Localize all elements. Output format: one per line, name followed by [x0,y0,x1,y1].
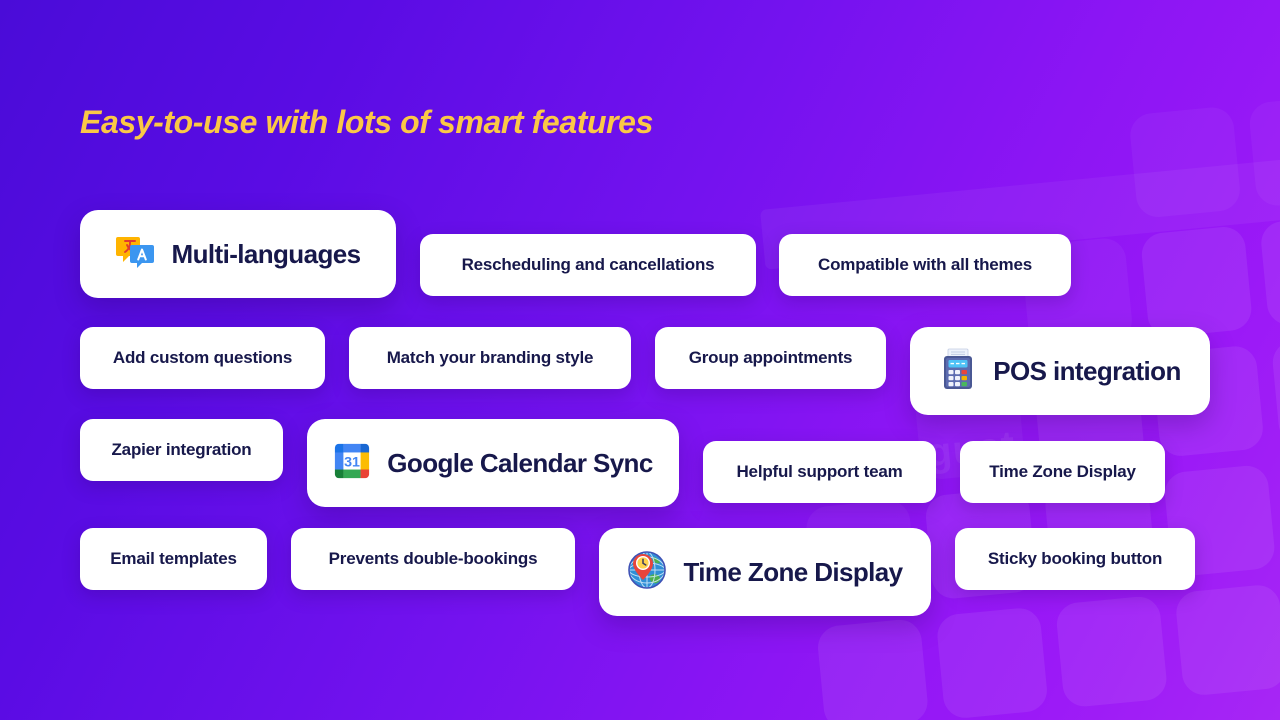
feature-card-custom-questions[interactable]: Add custom questions [80,327,325,389]
feature-label: Match your branding style [386,348,594,367]
feature-label: Sticky booking button [987,549,1163,568]
feature-label: Multi-languages [171,238,362,269]
feature-card-rescheduling[interactable]: Rescheduling and cancellations [420,234,756,296]
promo-banner: August Easy-to-use with lots of smart fe… [0,0,1280,720]
pos-terminal-icon [939,348,977,395]
feature-label: Email templates [110,549,237,568]
globe-clock-icon [627,550,667,595]
feature-label: Group appointments [688,348,853,367]
feature-card-time-zone-display-featured[interactable]: Time Zone Display [599,528,931,616]
feature-card-google-calendar[interactable]: 31 Google Calendar Sync [307,419,679,507]
feature-card-sticky-booking-button[interactable]: Sticky booking button [955,528,1195,590]
feature-card-support-team[interactable]: Helpful support team [703,441,936,503]
feature-card-pos-integration[interactable]: POS integration [910,327,1210,415]
feature-card-email-templates[interactable]: Email templates [80,528,267,590]
feature-card-time-zone-display-small[interactable]: Time Zone Display [960,441,1165,503]
feature-label: Google Calendar Sync [387,447,653,478]
feature-label: Time Zone Display [683,556,903,587]
feature-label: Rescheduling and cancellations [461,255,715,274]
feature-card-group-appointments[interactable]: Group appointments [655,327,886,389]
feature-label: Time Zone Display [989,462,1136,481]
translate-icon [115,232,156,277]
feature-label: Compatible with all themes [818,255,1032,274]
feature-label: Prevents double-bookings [328,549,538,568]
feature-card-multi-languages[interactable]: Multi-languages [80,210,396,298]
feature-label: POS integration [993,355,1181,386]
feature-card-branding-style[interactable]: Match your branding style [349,327,631,389]
feature-label: Helpful support team [736,462,903,481]
feature-label: Add custom questions [112,348,293,367]
feature-label: Zapier integration [111,440,252,459]
feature-card-zapier[interactable]: Zapier integration [80,419,283,481]
google-calendar-icon: 31 [333,442,371,485]
feature-card-double-bookings[interactable]: Prevents double-bookings [291,528,575,590]
svg-text:31: 31 [344,454,360,470]
page-title: Easy-to-use with lots of smart features [80,104,653,140]
feature-card-themes[interactable]: Compatible with all themes [779,234,1071,296]
